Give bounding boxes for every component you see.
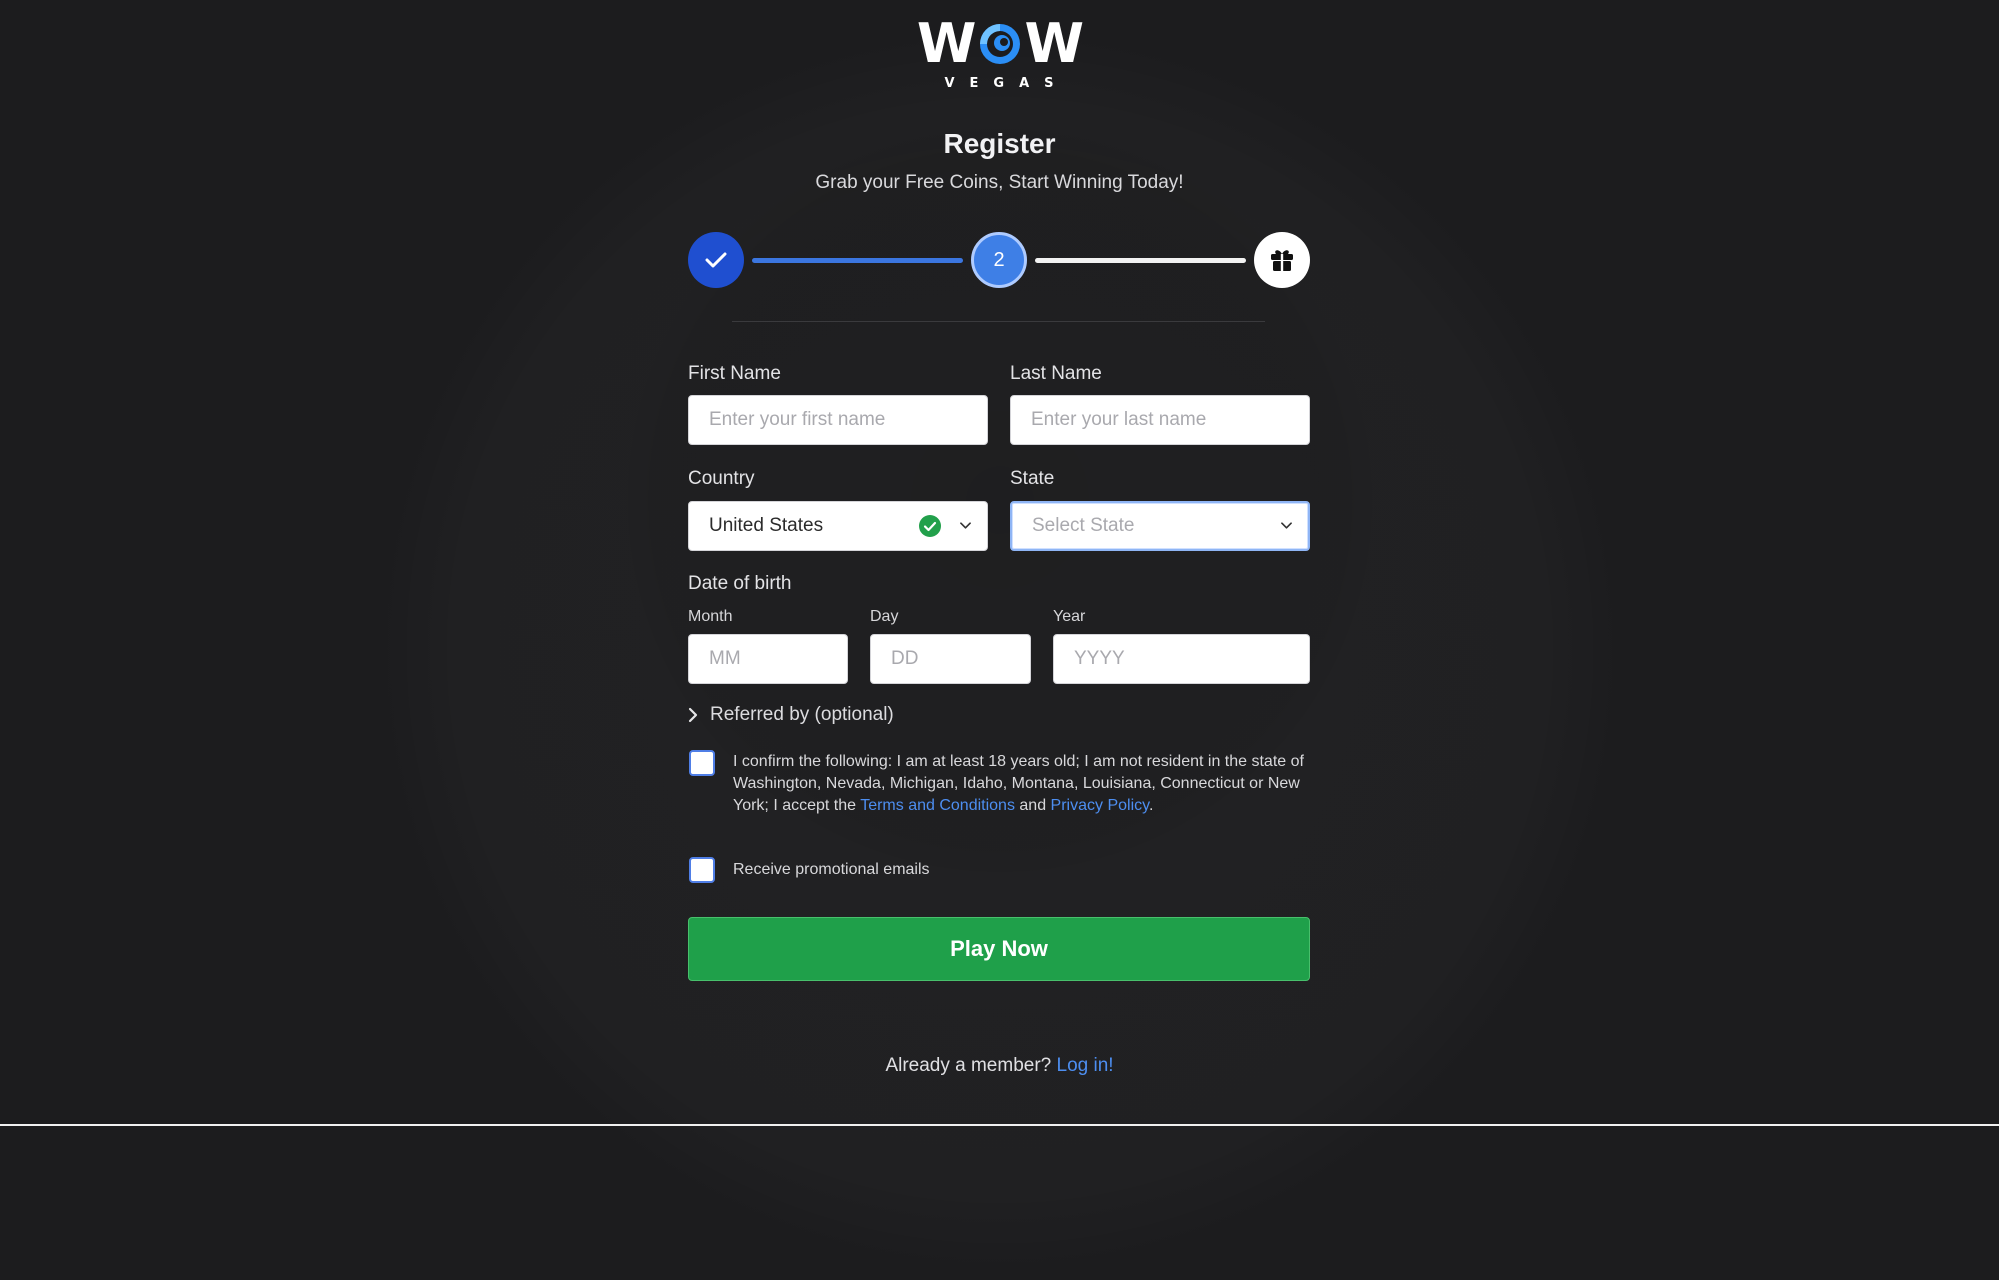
page-subtitle: Grab your Free Coins, Start Winning Toda… bbox=[815, 172, 1184, 193]
state-select[interactable]: Select State bbox=[1010, 501, 1310, 551]
first-name-input[interactable] bbox=[688, 395, 988, 445]
last-name-label: Last Name bbox=[1010, 363, 1102, 384]
terms-link[interactable]: Terms and Conditions bbox=[860, 797, 1015, 814]
promo-checkbox[interactable] bbox=[689, 857, 715, 883]
confirm-text-end: . bbox=[1148, 797, 1154, 814]
year-label: Year bbox=[1053, 608, 1086, 625]
logo-letter-right: W bbox=[1024, 12, 1085, 75]
country-select[interactable]: United States bbox=[688, 501, 988, 551]
referred-by-label: Referred by (optional) bbox=[710, 704, 894, 725]
chevron-down-icon bbox=[1281, 522, 1292, 529]
country-label: Country bbox=[688, 468, 755, 489]
login-link[interactable]: Log in! bbox=[1057, 1055, 1114, 1076]
section-divider bbox=[732, 321, 1265, 322]
year-input[interactable] bbox=[1053, 634, 1310, 684]
dob-label: Date of birth bbox=[688, 573, 792, 594]
logo-wordmark: W W bbox=[916, 12, 1085, 75]
chevron-right-icon bbox=[688, 707, 698, 723]
logo-letter-left: W bbox=[916, 12, 977, 75]
first-name-label: First Name bbox=[688, 363, 781, 384]
wow-swirl-icon bbox=[979, 24, 1020, 64]
day-label: Day bbox=[870, 608, 899, 625]
country-value: United States bbox=[709, 515, 824, 536]
day-input[interactable] bbox=[870, 634, 1031, 684]
step-2-active: 2 bbox=[971, 232, 1027, 288]
logo: W W VEGAS bbox=[0, 12, 1999, 92]
step-2-number: 2 bbox=[993, 248, 1005, 271]
privacy-policy-link[interactable]: Privacy Policy bbox=[1051, 797, 1149, 814]
state-placeholder: Select State bbox=[1032, 515, 1135, 536]
logo-subtitle: VEGAS bbox=[944, 76, 1069, 91]
login-prompt: Already a member? Log in! bbox=[0, 1055, 1999, 1077]
stepper-line-completed bbox=[752, 258, 963, 263]
step-3-upcoming bbox=[1254, 232, 1310, 288]
valid-check-icon bbox=[919, 515, 941, 537]
last-name-input[interactable] bbox=[1010, 395, 1310, 445]
confirm-checkbox[interactable] bbox=[689, 750, 715, 776]
month-input[interactable] bbox=[688, 634, 848, 684]
check-icon bbox=[705, 252, 727, 268]
play-now-button[interactable]: Play Now bbox=[688, 917, 1310, 981]
referred-by-toggle[interactable]: Referred by (optional) bbox=[688, 702, 894, 728]
confirm-text-and: and bbox=[1014, 797, 1051, 814]
confirm-text: I confirm the following: I am at least 1… bbox=[733, 751, 1315, 817]
month-label: Month bbox=[688, 608, 733, 625]
state-label: State bbox=[1010, 468, 1055, 489]
login-prompt-text: Already a member? bbox=[885, 1055, 1057, 1076]
step-1-done bbox=[688, 232, 744, 288]
gift-icon bbox=[1271, 250, 1293, 271]
page-title: Register bbox=[943, 128, 1056, 159]
chevron-down-icon bbox=[960, 522, 971, 529]
promo-label: Receive promotional emails bbox=[733, 861, 930, 878]
registration-stepper: 2 bbox=[688, 232, 1310, 288]
stepper-line-upcoming bbox=[1035, 258, 1246, 263]
